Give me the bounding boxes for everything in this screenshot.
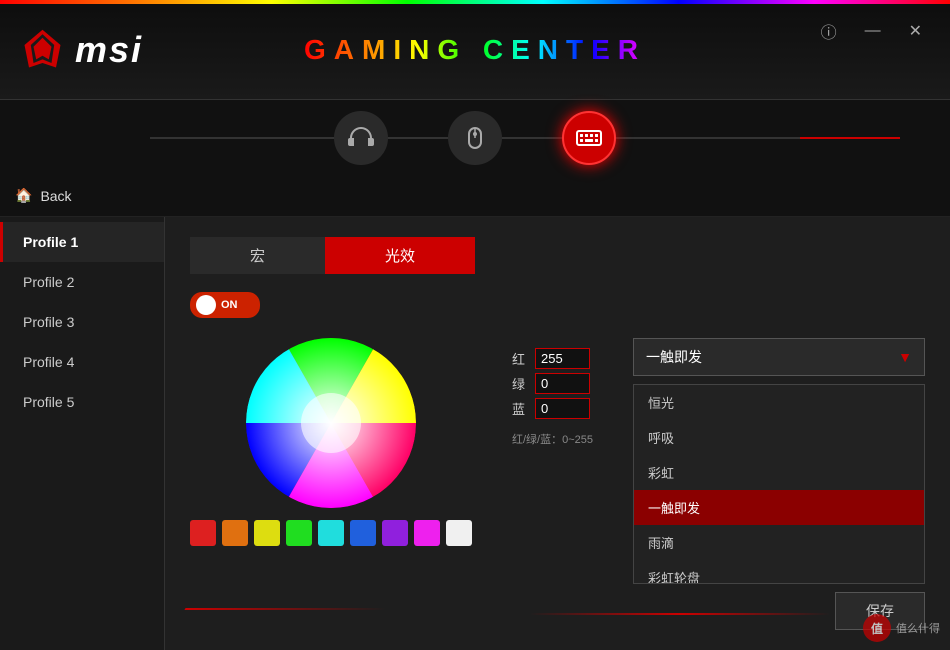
sidebar: Profile 1 Profile 2 Profile 3 Profile 4 … xyxy=(0,217,165,650)
nav-accent-line xyxy=(800,137,900,139)
msi-dragon-icon xyxy=(20,27,65,72)
effect-item-caihong[interactable]: 彩虹 xyxy=(634,455,924,490)
color-swatches xyxy=(190,520,472,546)
swatch-purple[interactable] xyxy=(382,520,408,546)
tab-lighting[interactable]: 光效 xyxy=(325,237,475,274)
headset-device-icon[interactable] xyxy=(334,111,388,165)
headset-icon xyxy=(346,123,376,153)
back-button[interactable]: 🏠 Back xyxy=(15,187,72,204)
profile4-label: Profile 4 xyxy=(23,354,74,370)
profile1-label: Profile 1 xyxy=(23,234,78,250)
blue-label: 蓝 xyxy=(512,399,527,418)
content-area: 宏 光效 ON xyxy=(165,217,950,650)
window-controls: ⓘ — ✕ xyxy=(813,15,930,47)
swatch-red[interactable] xyxy=(190,520,216,546)
effect-list: 恒光 呼吸 彩虹 一触即发 雨滴 彩虹轮盘 涟漪 繁星 无痕 xyxy=(633,384,925,584)
watermark: 值 值么什得 xyxy=(863,614,940,642)
sidebar-item-profile1[interactable]: Profile 1 xyxy=(0,222,164,262)
home-icon: 🏠 xyxy=(15,187,32,204)
green-label: 绿 xyxy=(512,374,527,393)
keyboard-device-icon[interactable] xyxy=(562,111,616,165)
selected-effect-label: 一触即发 xyxy=(646,347,702,367)
red-input[interactable] xyxy=(535,348,590,369)
logo-text: msi xyxy=(75,29,143,71)
info-button[interactable]: ⓘ xyxy=(813,15,845,47)
keyboard-icon xyxy=(574,123,604,153)
deco-line-1 xyxy=(184,608,385,610)
main-container: Profile 1 Profile 2 Profile 3 Profile 4 … xyxy=(0,217,950,650)
blue-row: 蓝 xyxy=(512,398,593,419)
mouse-device-icon[interactable] xyxy=(448,111,502,165)
mouse-icon xyxy=(460,123,490,153)
sidebar-item-profile3[interactable]: Profile 3 xyxy=(0,302,164,342)
swatch-pink[interactable] xyxy=(414,520,440,546)
blue-input[interactable] xyxy=(535,398,590,419)
rgb-section: 红 绿 蓝 红/绿/蓝：0~255 xyxy=(512,348,593,447)
color-area: 红 绿 蓝 红/绿/蓝：0~255 一触即发 ▼ xyxy=(190,338,925,584)
chevron-down-icon: ▼ xyxy=(898,349,912,365)
effect-dropdown[interactable]: 一触即发 ▼ xyxy=(633,338,925,376)
watermark-text: 值么什得 xyxy=(896,620,940,636)
swatch-green[interactable] xyxy=(286,520,312,546)
device-nav xyxy=(0,100,950,175)
profile3-label: Profile 3 xyxy=(23,314,74,330)
red-row: 红 xyxy=(512,348,593,369)
color-wheel-container xyxy=(190,338,472,546)
effect-dropdown-area: 一触即发 ▼ 恒光 呼吸 彩虹 一触即发 雨滴 彩虹轮盘 涟漪 繁星 无痕 xyxy=(633,338,925,584)
sidebar-item-profile4[interactable]: Profile 4 xyxy=(0,342,164,382)
effect-item-hengguang[interactable]: 恒光 xyxy=(634,385,924,420)
back-label: Back xyxy=(40,188,71,204)
back-bar: 🏠 Back xyxy=(0,175,950,217)
rgb-hint: 红/绿/蓝：0~255 xyxy=(512,431,593,447)
sidebar-item-profile5[interactable]: Profile 5 xyxy=(0,382,164,422)
profile2-label: Profile 2 xyxy=(23,274,74,290)
effect-item-yichujifa[interactable]: 一触即发 xyxy=(634,490,924,525)
profile5-label: Profile 5 xyxy=(23,394,74,410)
swatch-yellow[interactable] xyxy=(254,520,280,546)
swatch-white[interactable] xyxy=(446,520,472,546)
app-title: GAMING CENTER xyxy=(304,34,646,66)
toggle-knob xyxy=(196,295,216,315)
close-button[interactable]: ✕ xyxy=(901,17,930,45)
swatch-cyan[interactable] xyxy=(318,520,344,546)
deco-line-2 xyxy=(530,613,830,615)
effect-item-caihonglunpan[interactable]: 彩虹轮盘 xyxy=(634,560,924,584)
toggle-row: ON xyxy=(190,292,925,318)
sidebar-item-profile2[interactable]: Profile 2 xyxy=(0,262,164,302)
minimize-button[interactable]: — xyxy=(857,18,889,44)
swatch-orange[interactable] xyxy=(222,520,248,546)
on-off-toggle[interactable]: ON xyxy=(190,292,260,318)
green-input[interactable] xyxy=(535,373,590,394)
tab-macro[interactable]: 宏 xyxy=(190,237,325,274)
green-row: 绿 xyxy=(512,373,593,394)
toggle-label: ON xyxy=(221,299,238,311)
rainbow-bar xyxy=(0,0,950,4)
tab-row: 宏 光效 xyxy=(190,237,925,274)
header: msi GAMING CENTER ⓘ — ✕ xyxy=(0,0,950,100)
effect-item-huxi[interactable]: 呼吸 xyxy=(634,420,924,455)
effect-item-yudi[interactable]: 雨滴 xyxy=(634,525,924,560)
red-label: 红 xyxy=(512,349,527,368)
watermark-icon: 值 xyxy=(863,614,891,642)
logo-area: msi xyxy=(20,27,143,72)
swatch-blue[interactable] xyxy=(350,520,376,546)
color-wheel[interactable] xyxy=(246,338,416,508)
